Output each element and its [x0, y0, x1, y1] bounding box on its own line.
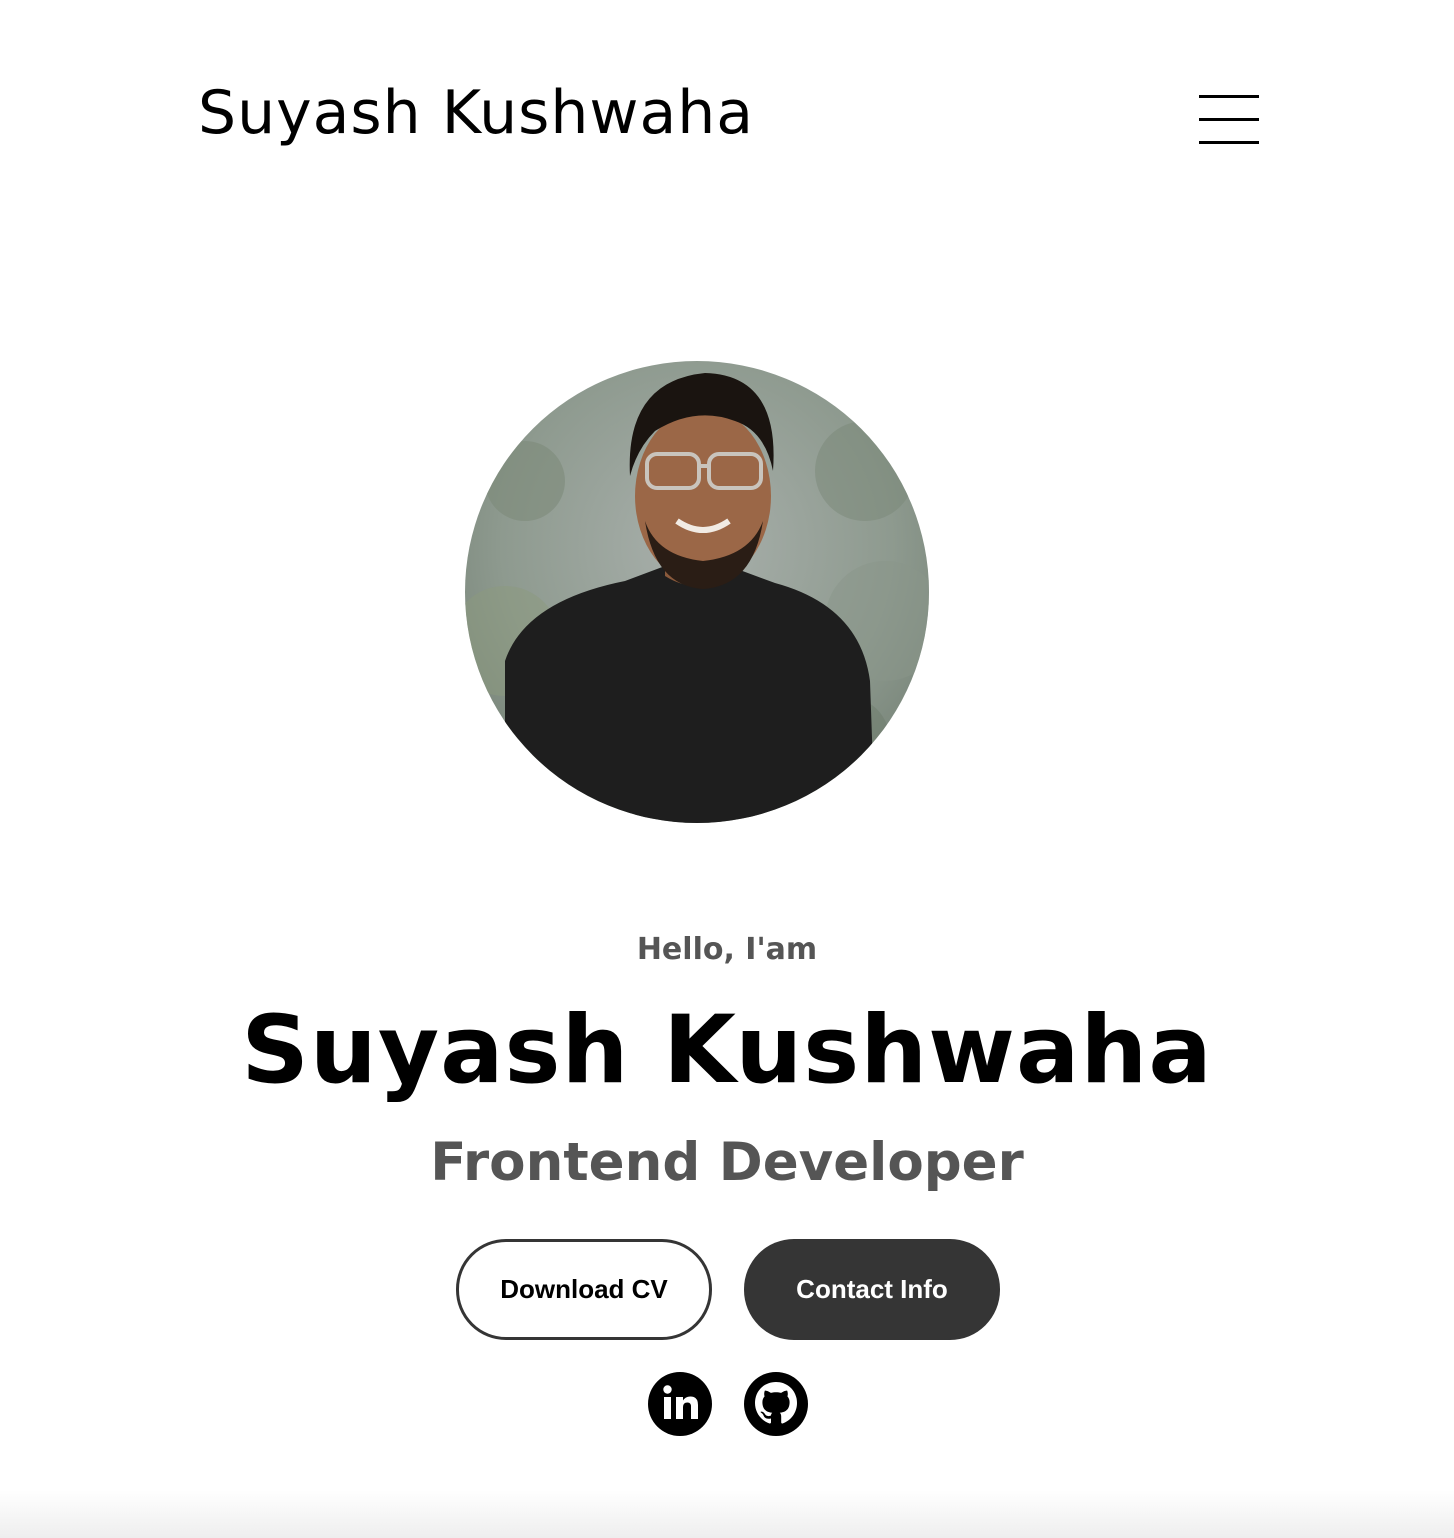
greeting-text: Hello, I'am [636, 932, 818, 967]
page-bottom-shadow [0, 1490, 1454, 1538]
hamburger-line [1199, 95, 1259, 98]
hero-name: Suyash Kushwaha [241, 996, 1213, 1105]
download-cv-button[interactable]: Download CV [456, 1239, 712, 1340]
linkedin-icon[interactable] [648, 1372, 712, 1436]
hamburger-line [1199, 118, 1259, 121]
hamburger-line [1199, 141, 1259, 144]
github-icon-graphic [744, 1372, 808, 1436]
top-nav: Suyash Kushwaha [0, 0, 1454, 240]
github-icon[interactable] [744, 1372, 808, 1436]
profile-photo [465, 361, 929, 823]
profile-photo-illustration [465, 361, 929, 823]
linkedin-icon-graphic [648, 1372, 712, 1436]
contact-info-button[interactable]: Contact Info [744, 1239, 1000, 1340]
site-logo[interactable]: Suyash Kushwaha [198, 78, 754, 148]
hamburger-menu-icon[interactable] [1199, 94, 1259, 146]
hero-role: Frontend Developer [430, 1132, 1024, 1193]
